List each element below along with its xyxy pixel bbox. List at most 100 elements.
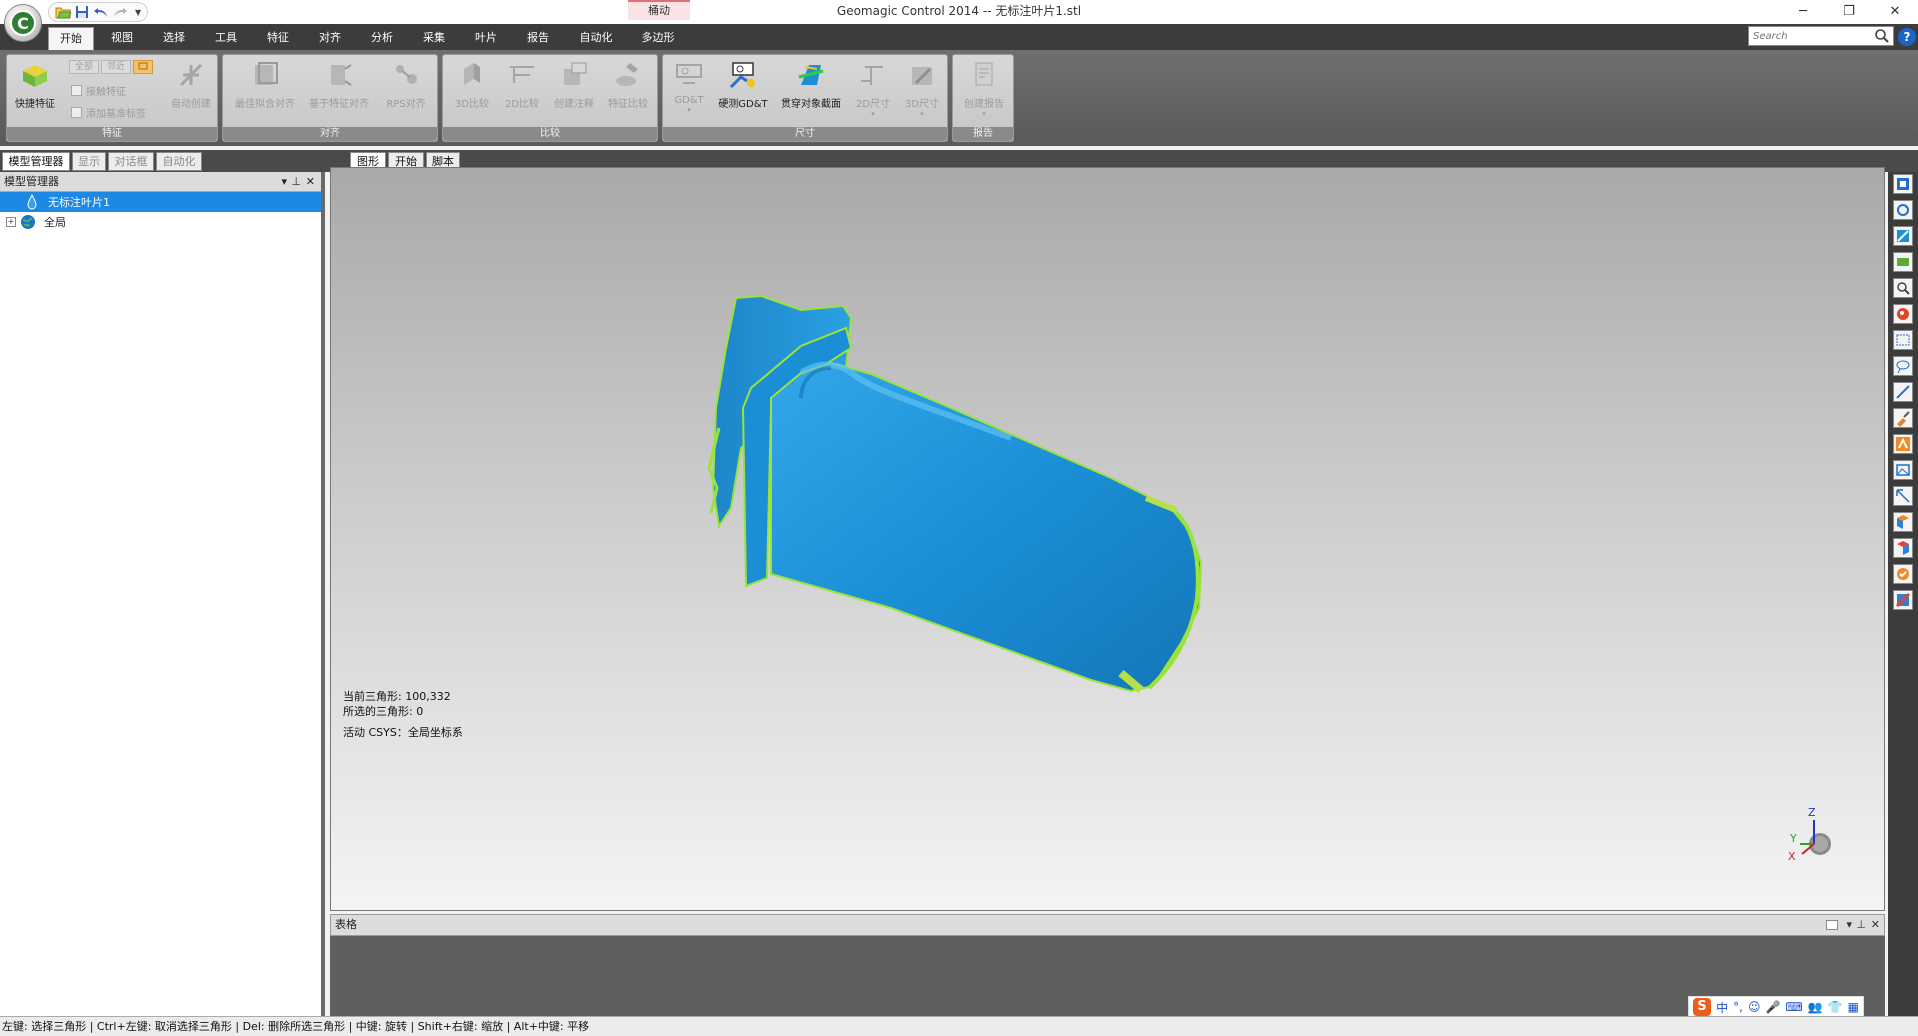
active-csys-text: 活动 CSYS：全局坐标系: [343, 726, 463, 739]
qat-dropdown-icon[interactable]: ▼: [135, 8, 141, 17]
tab-capture[interactable]: 采集: [412, 27, 456, 50]
zoom-icon[interactable]: [1893, 278, 1913, 298]
dim-2d-dropdown-icon[interactable]: ▾: [849, 110, 897, 118]
select-all-icon[interactable]: [1893, 564, 1913, 584]
graphics-viewport[interactable]: 当前三角形: 100,332 所选的三角形: 0 活动 CSYS：全局坐标系 Z…: [330, 167, 1885, 911]
probe-gdt-button[interactable]: 硬测GD&T: [713, 59, 773, 110]
ribbon-body: 快捷特征 全部 邻近 接触特征 添加基准标签 自动创建 特征 最佳拟合对齐 基于…: [0, 50, 1918, 160]
save-icon[interactable]: [74, 4, 90, 20]
table-pin-icon[interactable]: ⊥: [1856, 915, 1866, 935]
panel-close-icon[interactable]: ✕: [306, 172, 315, 191]
tab-select[interactable]: 选择: [152, 27, 196, 50]
minimize-icon[interactable]: ─: [1780, 0, 1826, 22]
tree-item-blade-model[interactable]: 无标注叶片1: [0, 192, 321, 212]
rps-align-button[interactable]: RPS对齐: [379, 59, 433, 110]
fit-view-icon[interactable]: [1893, 226, 1913, 246]
tab-dialog[interactable]: 对话框: [108, 152, 154, 171]
pin-icon[interactable]: ⊥: [291, 172, 301, 191]
select-visible-icon[interactable]: [1893, 512, 1913, 532]
tab-blade[interactable]: 叶片: [464, 27, 508, 50]
tab-analysis[interactable]: 分析: [360, 27, 404, 50]
search-icon[interactable]: [1874, 28, 1890, 44]
model-manager-panel: 模型管理器 ▾ ⊥ ✕ 无标注叶片1 + 全局: [0, 172, 325, 1016]
undo-icon[interactable]: [93, 4, 109, 20]
ime-language-toggle[interactable]: 中: [1716, 999, 1728, 1016]
microphone-icon[interactable]: 🎤: [1765, 1000, 1780, 1014]
feature-based-align-label: 基于特征对齐: [309, 99, 369, 110]
tab-start[interactable]: 开始: [48, 27, 94, 50]
tab-align[interactable]: 对齐: [308, 27, 352, 50]
help-icon[interactable]: ?: [1898, 28, 1916, 46]
add-datum-label-check[interactable]: [71, 107, 82, 118]
orient-view-icon[interactable]: [1893, 252, 1913, 272]
section-through-object-label: 贯穿对象截面: [781, 99, 841, 110]
section-through-object-button[interactable]: 贯穿对象截面: [775, 59, 847, 110]
tab-automation-panel[interactable]: 自动化: [156, 152, 202, 171]
keyboard-icon[interactable]: ⌨: [1785, 1000, 1802, 1014]
y-axis-label: Y: [1790, 832, 1797, 845]
rectangle-select-icon[interactable]: [1893, 330, 1913, 350]
line-select-icon[interactable]: [1893, 382, 1913, 402]
create-annotation-button[interactable]: 创建注释: [547, 59, 601, 110]
tree-item-global[interactable]: + 全局: [0, 212, 321, 232]
tab-display[interactable]: 显示: [72, 152, 106, 171]
application-menu-button[interactable]: C: [4, 4, 42, 42]
tab-model-manager[interactable]: 模型管理器: [2, 152, 70, 171]
table-menu-icon[interactable]: ▾: [1846, 915, 1852, 935]
contact-feature-checkbox[interactable]: 接触特征: [71, 83, 126, 98]
compare-3d-button[interactable]: 3D比较: [447, 59, 497, 110]
tab-polygon[interactable]: 多边形: [630, 27, 686, 50]
search-input[interactable]: [1748, 26, 1894, 46]
quick-feature-button[interactable]: 快捷特征: [13, 59, 57, 110]
sogou-ime-icon[interactable]: S: [1693, 998, 1712, 1016]
compare-2d-button[interactable]: 2D比较: [497, 59, 547, 110]
skin-icon[interactable]: 👕: [1828, 1000, 1843, 1014]
user-icon[interactable]: 👥: [1808, 1000, 1823, 1014]
through-select-icon[interactable]: [1893, 486, 1913, 506]
dim-3d-dropdown-icon[interactable]: ▾: [899, 110, 945, 118]
table-close-icon[interactable]: ✕: [1871, 915, 1880, 935]
dim-3d-button[interactable]: 3D尺寸 ▾: [899, 59, 945, 118]
auto-create-button[interactable]: 自动创建: [167, 59, 215, 110]
lasso-select-icon[interactable]: [1893, 356, 1913, 376]
view-properties-icon[interactable]: [1893, 174, 1913, 194]
turbine-blade-model[interactable]: [331, 168, 1885, 911]
tab-report[interactable]: 报告: [516, 27, 560, 50]
create-report-dropdown-icon[interactable]: ▾: [957, 110, 1011, 118]
tab-features[interactable]: 特征: [256, 27, 300, 50]
gdt-button[interactable]: GD&T ▾: [667, 59, 711, 114]
create-report-label: 创建报告: [964, 99, 1004, 110]
feature-filter-toggle[interactable]: [133, 60, 153, 74]
deselect-icon[interactable]: [1893, 590, 1913, 610]
light-icon[interactable]: [1893, 304, 1913, 324]
add-datum-label-checkbox[interactable]: 添加基准标签: [71, 105, 146, 120]
tab-view[interactable]: 视图: [100, 27, 144, 50]
emoji-icon[interactable]: ☺: [1748, 1000, 1761, 1014]
expand-icon[interactable]: +: [6, 217, 16, 227]
punctuation-icon[interactable]: °,: [1733, 1000, 1743, 1014]
dim-2d-button[interactable]: 2D尺寸 ▾: [849, 59, 897, 118]
redo-icon[interactable]: [112, 4, 128, 20]
open-icon[interactable]: [55, 4, 71, 20]
tab-tools[interactable]: 工具: [204, 27, 248, 50]
select-through-icon[interactable]: [1893, 538, 1913, 558]
create-report-button[interactable]: 创建报告 ▾: [957, 59, 1011, 118]
toolbox-icon[interactable]: ▦: [1848, 1000, 1859, 1014]
contact-feature-check[interactable]: [71, 85, 82, 96]
custom-region-icon[interactable]: [1893, 434, 1913, 454]
near-toggle[interactable]: 邻近: [101, 60, 131, 74]
panel-menu-icon[interactable]: ▾: [281, 172, 287, 191]
table-restore-icon[interactable]: [1826, 920, 1838, 930]
gdt-dropdown-icon[interactable]: ▾: [667, 106, 711, 114]
restore-icon[interactable]: ❐: [1826, 0, 1872, 22]
feature-compare-button[interactable]: 特征比较: [601, 59, 655, 110]
polyline-select-icon[interactable]: [1893, 460, 1913, 480]
feature-based-align-button[interactable]: 基于特征对齐: [303, 59, 375, 110]
close-icon[interactable]: ✕: [1872, 0, 1918, 22]
paint-select-icon[interactable]: [1893, 408, 1913, 428]
context-tab-label: 桶动: [628, 0, 690, 20]
tab-automation[interactable]: 自动化: [568, 27, 624, 50]
all-toggle[interactable]: 全部: [69, 60, 99, 74]
best-fit-align-button[interactable]: 最佳拟合对齐: [229, 59, 301, 110]
rotate-view-icon[interactable]: [1893, 200, 1913, 220]
